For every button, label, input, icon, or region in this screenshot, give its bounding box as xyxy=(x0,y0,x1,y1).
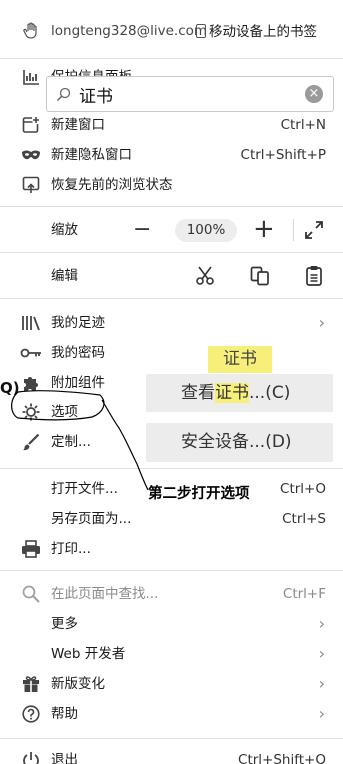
annotation-drawing xyxy=(11,390,149,491)
annotation-text: 第二步打开选项 xyxy=(148,486,250,502)
